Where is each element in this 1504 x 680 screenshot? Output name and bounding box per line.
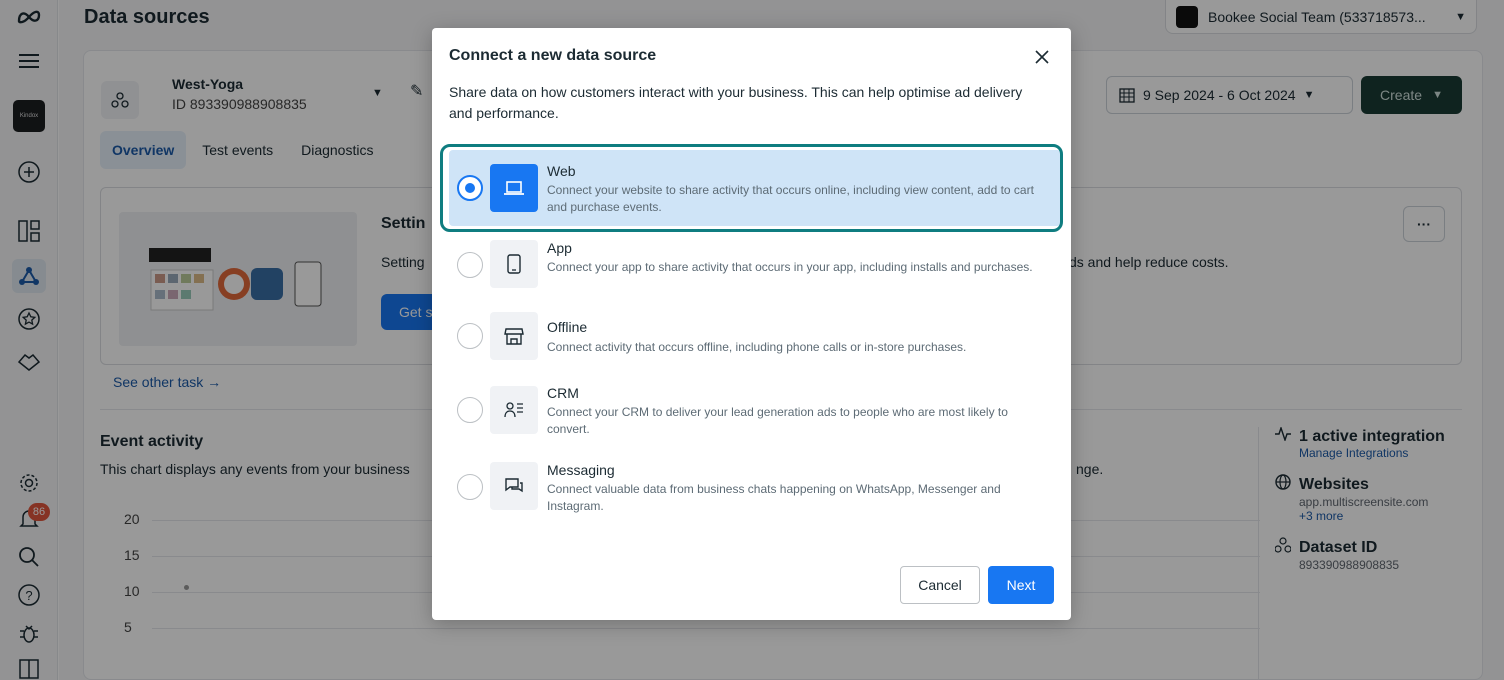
store-icon — [490, 312, 538, 360]
selection-highlight-ring — [440, 144, 1063, 232]
option-title: App — [547, 240, 572, 256]
dialog-description: Share data on how customers interact wit… — [449, 84, 1023, 121]
option-offline[interactable]: Offline Connect activity that occurs off… — [449, 306, 1061, 382]
option-description: Connect valuable data from business chat… — [547, 482, 1001, 513]
chat-icon — [490, 462, 538, 510]
next-button[interactable]: Next — [988, 566, 1054, 604]
phone-icon — [490, 240, 538, 288]
connect-data-source-dialog: Connect a new data source Share data on … — [432, 28, 1071, 620]
radio-crm[interactable] — [457, 397, 483, 423]
people-icon — [490, 386, 538, 434]
close-icon[interactable] — [1030, 45, 1054, 69]
option-description: Connect activity that occurs offline, in… — [547, 340, 967, 354]
option-title: CRM — [547, 385, 579, 401]
option-title: Messaging — [547, 462, 615, 478]
option-description: Connect your CRM to deliver your lead ge… — [547, 405, 1008, 436]
radio-messaging[interactable] — [457, 474, 483, 500]
radio-app[interactable] — [457, 252, 483, 278]
cancel-button[interactable]: Cancel — [900, 566, 980, 604]
dialog-title: Connect a new data source — [449, 47, 657, 64]
option-title: Offline — [547, 319, 588, 335]
option-description: Connect your app to share activity that … — [547, 260, 1033, 274]
radio-offline[interactable] — [457, 323, 483, 349]
option-crm[interactable]: CRM Connect your CRM to deliver your lea… — [449, 372, 1061, 448]
option-app[interactable]: App Connect your app to share activity t… — [449, 228, 1061, 304]
option-messaging[interactable]: Messaging Connect valuable data from bus… — [449, 450, 1061, 526]
